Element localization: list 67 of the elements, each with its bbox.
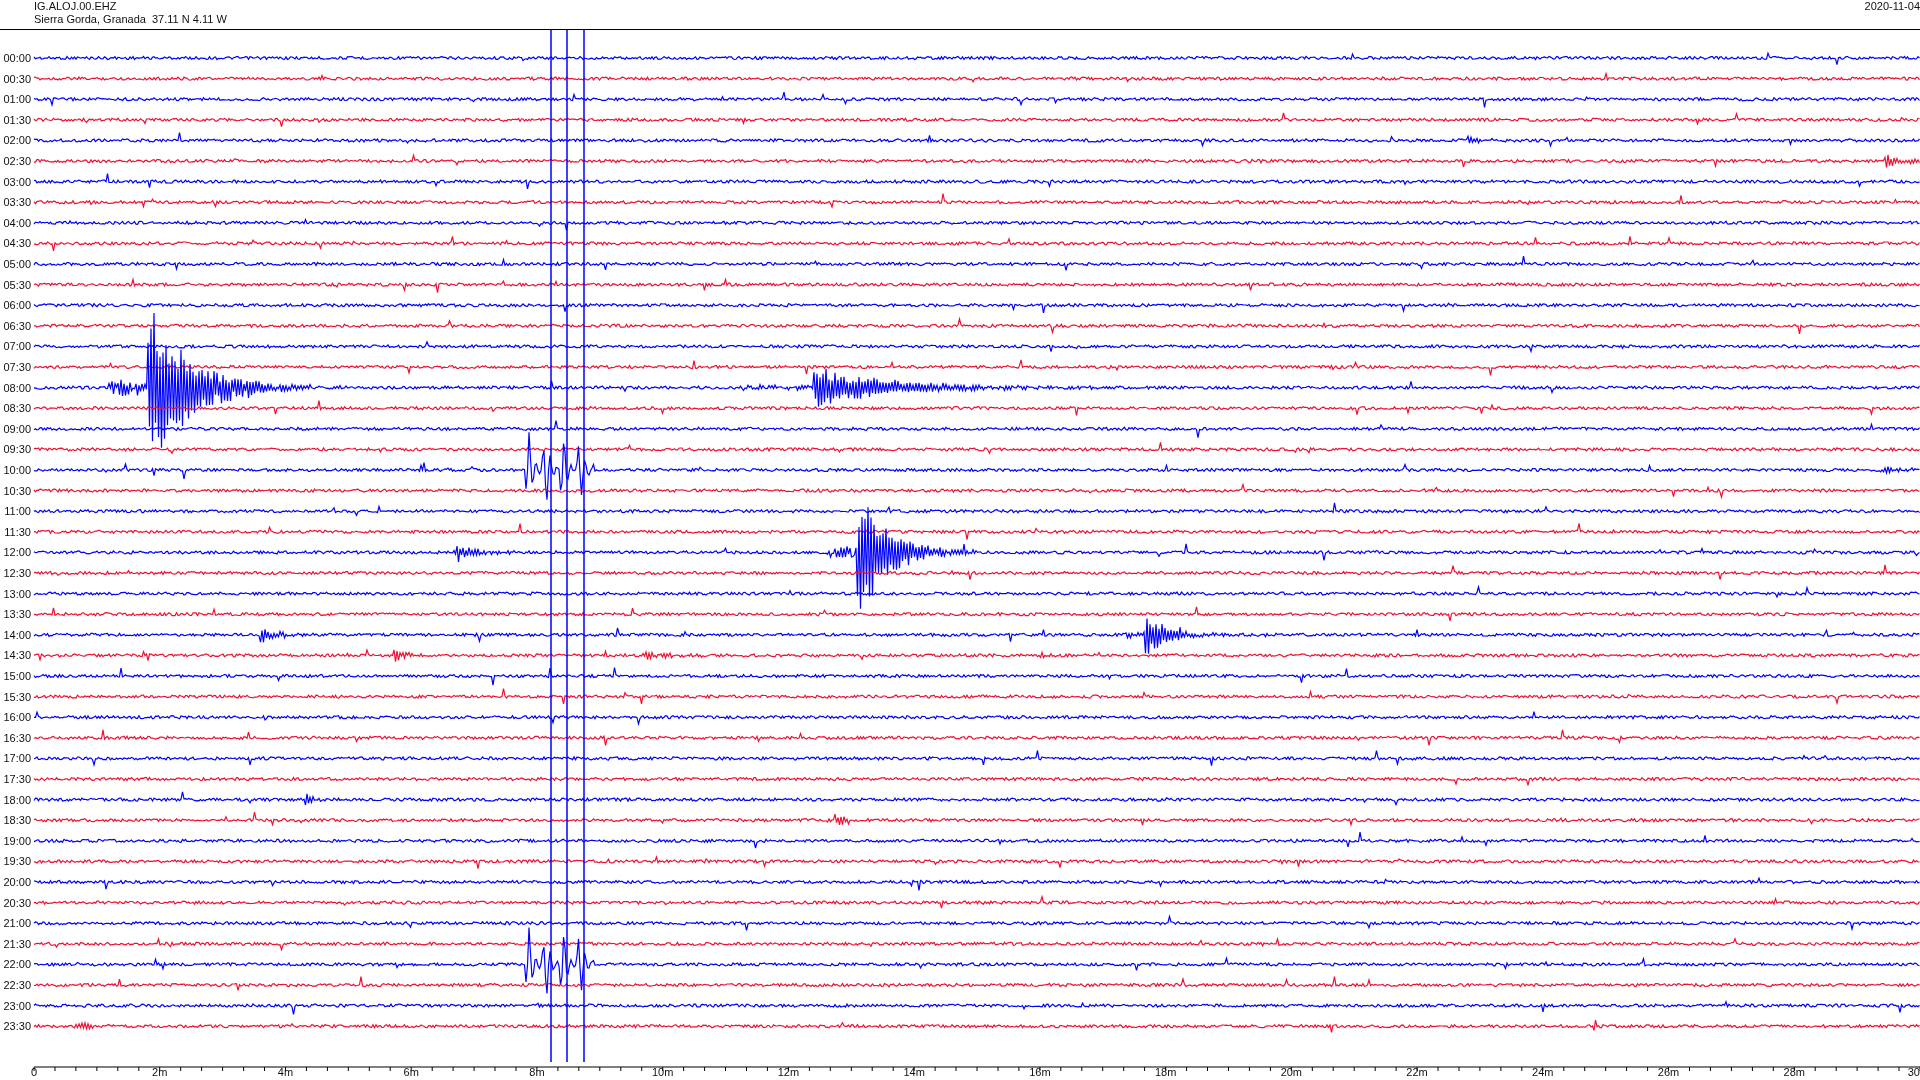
axis-label: 20m	[1280, 1066, 1303, 1078]
time-label: 03:00	[3, 175, 31, 188]
axis-label: 26m	[1657, 1066, 1680, 1078]
time-label: 23:00	[3, 999, 31, 1012]
station-location: Sierra Gorda, Granada 37.11 N 4.11 W	[34, 13, 227, 26]
time-label: 19:30	[3, 855, 31, 868]
time-label: 18:30	[3, 814, 31, 827]
time-label: 17:30	[3, 773, 31, 785]
time-label: 19:00	[3, 834, 31, 847]
time-label: 23:30	[3, 1020, 31, 1033]
time-label: 08:00	[3, 381, 31, 394]
axis-label: 8m	[529, 1066, 545, 1078]
axis-label: 30	[1907, 1066, 1920, 1078]
axis-label: 28m	[1783, 1066, 1805, 1078]
axis-label: 16m	[1029, 1066, 1051, 1078]
time-label: 07:00	[3, 340, 31, 353]
time-label: 04:30	[3, 237, 31, 250]
time-label: 15:30	[3, 690, 31, 703]
time-label: 22:00	[3, 958, 31, 971]
time-label: 16:00	[3, 711, 31, 724]
date-label: 2020-11-04	[1864, 0, 1920, 14]
time-label: 11:30	[4, 525, 31, 538]
time-label: 06:00	[3, 299, 31, 312]
time-label: 22:30	[3, 979, 31, 991]
time-label: 09:30	[3, 443, 31, 456]
time-label: 17:00	[3, 752, 31, 765]
time-label: 02:00	[3, 134, 31, 147]
time-label: 04:00	[3, 216, 31, 229]
time-label: 00:30	[3, 72, 31, 85]
time-label: 16:30	[3, 731, 31, 744]
time-label: 01:00	[3, 93, 31, 106]
axis-label: 12m	[777, 1066, 800, 1078]
time-label: 15:00	[3, 670, 31, 682]
time-label: 08:30	[3, 402, 31, 415]
axis-label: 4m	[277, 1066, 294, 1078]
time-label: 02:30	[3, 155, 31, 167]
time-label: 20:00	[3, 876, 31, 888]
time-label: 14:30	[3, 649, 31, 662]
time-label: 13:30	[3, 608, 31, 621]
time-label: 07:30	[3, 361, 31, 373]
axis-label: 18m	[1154, 1066, 1177, 1078]
axis-label: 0	[30, 1066, 38, 1078]
time-label: 20:30	[3, 896, 31, 909]
time-label: 06:30	[3, 319, 31, 332]
time-label: 10:30	[3, 484, 31, 497]
time-label: 12:30	[3, 567, 31, 579]
time-label: 14:00	[3, 628, 31, 641]
time-label: 01:30	[3, 113, 31, 126]
time-label: 18:00	[3, 793, 31, 806]
time-label: 09:00	[3, 422, 31, 435]
station-code: IG.ALOJ.00.EHZ	[34, 0, 118, 13]
time-label: 03:30	[3, 196, 31, 209]
axis-label: 10m	[651, 1066, 674, 1078]
axis-label: 14m	[903, 1066, 925, 1078]
time-label: 05:30	[3, 278, 31, 291]
time-label: 00:00	[3, 52, 31, 64]
time-label: 05:00	[3, 258, 31, 270]
time-label: 11:00	[4, 505, 31, 518]
axis-label: 22m	[1406, 1066, 1428, 1078]
time-label: 10:00	[3, 464, 31, 476]
axis-label: 2m	[152, 1066, 168, 1078]
axis-label: 6m	[403, 1066, 419, 1078]
axis-label: 24m	[1532, 1066, 1554, 1078]
time-label: 21:30	[3, 937, 31, 950]
time-label: 12:00	[3, 546, 31, 559]
time-label: 21:00	[3, 917, 31, 930]
time-label: 13:00	[3, 587, 31, 600]
